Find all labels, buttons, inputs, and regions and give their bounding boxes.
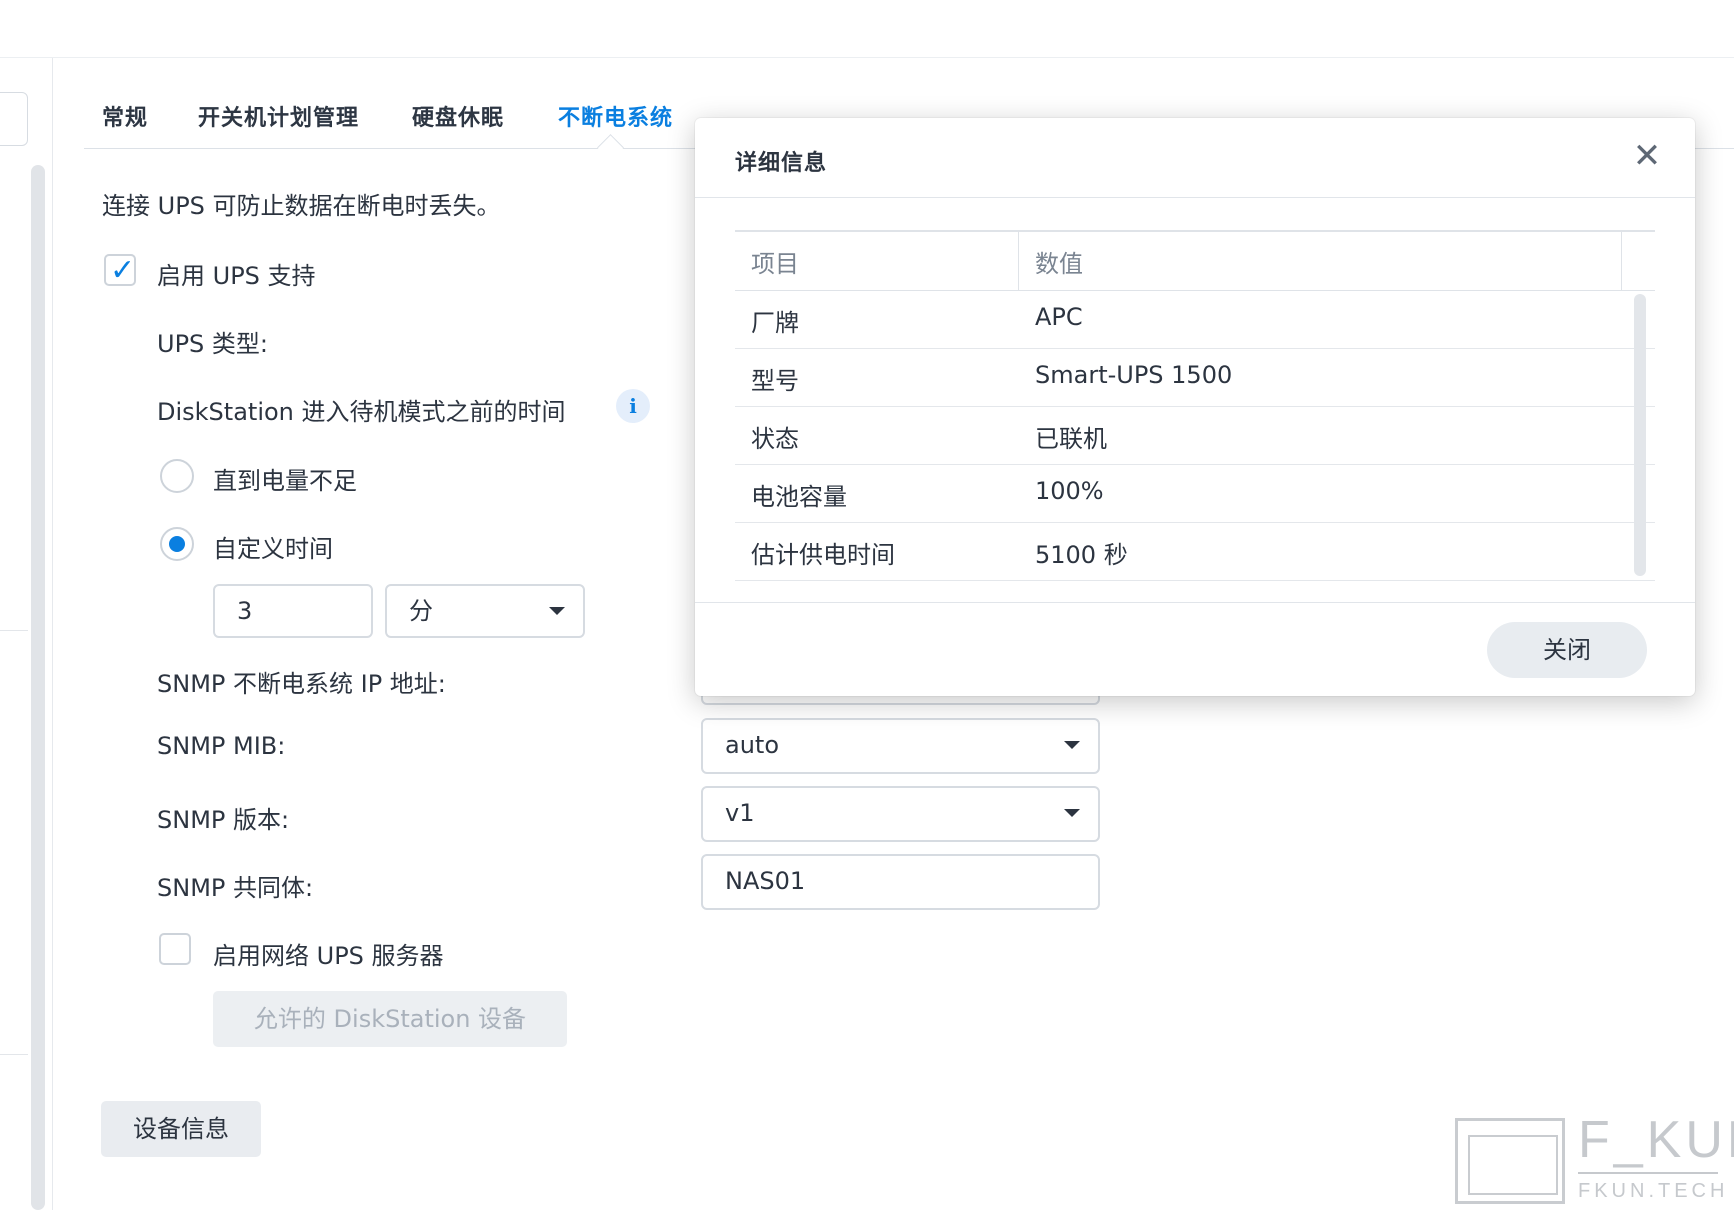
tab-general[interactable]: 常规 <box>102 100 148 132</box>
sidebar-scrollbar[interactable] <box>31 165 45 1210</box>
ups-description: 连接 UPS 可防止数据在断电时丢失。 <box>102 192 501 220</box>
row-value: 已联机 <box>1035 425 1107 453</box>
until-low-battery-label: 直到电量不足 <box>213 467 357 495</box>
column-divider <box>1018 232 1019 290</box>
details-dialog: 详细信息 ✕ 项目 数值 厂牌 APC 型号 Smart-UPS 1500 状态… <box>695 118 1695 696</box>
close-button[interactable]: 关闭 <box>1487 622 1647 678</box>
device-info-button[interactable]: 设备信息 <box>101 1101 261 1157</box>
radio-until-low-battery[interactable] <box>160 459 194 493</box>
watermark-url: FKUN.TECH <box>1578 1180 1729 1202</box>
watermark-name: F_KUN <box>1578 1111 1734 1169</box>
sidebar-search-box[interactable] <box>0 92 28 146</box>
row-value: 100% <box>1035 477 1104 505</box>
close-icon[interactable]: ✕ <box>1625 134 1669 178</box>
table-row[interactable]: 厂牌 APC <box>735 291 1655 349</box>
table-row[interactable]: 电池容量 100% <box>735 465 1655 523</box>
column-divider <box>1621 232 1622 290</box>
snmp-ip-label: SNMP 不断电系统 IP 地址: <box>157 670 446 698</box>
ups-type-label: UPS 类型: <box>157 330 268 358</box>
sidebar-divider <box>0 630 28 631</box>
enable-ups-label: 启用 UPS 支持 <box>157 262 316 290</box>
sidebar-divider <box>0 1054 28 1055</box>
row-item: 状态 <box>751 425 799 453</box>
standby-time-label: DiskStation 进入待机模式之前的时间 <box>157 398 566 426</box>
row-item: 电池容量 <box>751 483 847 511</box>
chevron-down-icon <box>549 607 565 615</box>
table-row[interactable]: 型号 Smart-UPS 1500 <box>735 349 1655 407</box>
watermark-logo-icon <box>1455 1118 1565 1204</box>
details-grid: 项目 数值 厂牌 APC 型号 Smart-UPS 1500 状态 已联机 电池… <box>735 230 1655 581</box>
snmp-community-input[interactable]: NAS01 <box>701 854 1100 910</box>
table-row[interactable]: 估计供电时间 5100 秒 <box>735 523 1655 581</box>
snmp-version-select[interactable]: v1 <box>701 786 1100 842</box>
grid-scrollbar[interactable] <box>1634 294 1646 576</box>
custom-time-label: 自定义时间 <box>213 535 333 563</box>
watermark-divider <box>1578 1172 1718 1174</box>
grid-header: 项目 数值 <box>735 230 1655 291</box>
left-sidebar <box>0 58 53 1210</box>
tab-ups[interactable]: 不断电系统 <box>558 100 673 132</box>
watermark-logo-frame <box>1468 1135 1558 1195</box>
network-ups-checkbox[interactable] <box>159 933 191 965</box>
radio-selected-dot <box>169 536 185 552</box>
table-row[interactable]: 状态 已联机 <box>735 407 1655 465</box>
top-bar <box>0 0 1734 58</box>
snmp-mib-select[interactable]: auto <box>701 718 1100 774</box>
chevron-down-icon <box>1064 809 1080 817</box>
info-icon[interactable]: i <box>616 389 650 423</box>
radio-custom-time[interactable] <box>160 527 194 561</box>
dialog-title: 详细信息 <box>735 151 828 176</box>
column-header-value[interactable]: 数值 <box>1035 244 1083 279</box>
time-unit-value: 分 <box>409 597 433 625</box>
network-ups-label: 启用网络 UPS 服务器 <box>213 942 444 970</box>
column-header-item[interactable]: 项目 <box>751 244 799 279</box>
row-value: APC <box>1035 303 1083 331</box>
snmp-community-label: SNMP 共同体: <box>157 874 314 902</box>
row-item: 型号 <box>751 367 799 395</box>
dialog-header-divider <box>695 197 1695 198</box>
row-item: 厂牌 <box>751 309 799 337</box>
row-item: 估计供电时间 <box>751 541 895 569</box>
checkmark-icon: ✓ <box>110 253 136 288</box>
row-value: 5100 秒 <box>1035 541 1128 569</box>
row-value: Smart-UPS 1500 <box>1035 361 1233 389</box>
snmp-version-value: v1 <box>725 799 755 827</box>
allowed-devices-button: 允许的 DiskStation 设备 <box>213 991 567 1047</box>
time-value-input[interactable]: 3 <box>213 584 373 638</box>
time-unit-select[interactable]: 分 <box>385 584 585 638</box>
snmp-mib-label: SNMP MIB: <box>157 732 286 760</box>
snmp-version-label: SNMP 版本: <box>157 806 290 834</box>
chevron-down-icon <box>1064 741 1080 749</box>
tab-hdd-hibernation[interactable]: 硬盘休眠 <box>412 100 504 132</box>
enable-ups-checkbox[interactable]: ✓ <box>104 253 136 288</box>
tab-power-schedule[interactable]: 开关机计划管理 <box>198 100 359 132</box>
snmp-mib-value: auto <box>725 731 780 759</box>
dialog-footer-divider <box>695 602 1695 603</box>
